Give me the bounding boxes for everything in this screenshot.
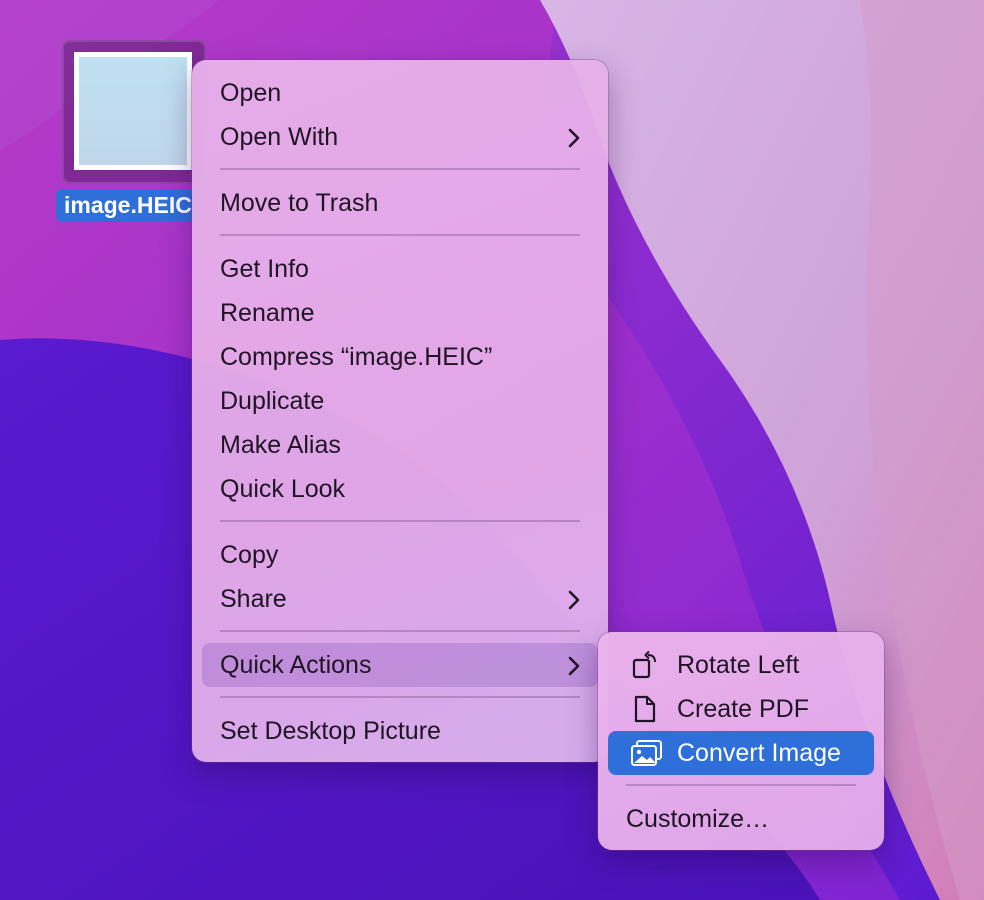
menu-item-label: Move to Trash: [220, 189, 379, 217]
submenu-item-customize[interactable]: Customize…: [608, 797, 874, 841]
menu-separator: [220, 696, 580, 698]
menu-item-label: Quick Look: [220, 475, 346, 503]
submenu-item-label: Convert Image: [677, 739, 841, 767]
menu-item-quick-look[interactable]: Quick Look: [202, 467, 598, 511]
menu-item-label: Get Info: [220, 255, 309, 283]
chevron-right-icon: [564, 577, 584, 621]
menu-item-open[interactable]: Open: [202, 71, 598, 115]
menu-item-open-with[interactable]: Open With: [202, 115, 598, 159]
menu-separator: [220, 234, 580, 236]
document-icon: [630, 694, 660, 724]
menu-item-share[interactable]: Share: [202, 577, 598, 621]
rotate-left-icon: [630, 650, 660, 680]
menu-item-duplicate[interactable]: Duplicate: [202, 379, 598, 423]
submenu-item-label: Create PDF: [677, 695, 809, 723]
menu-item-copy[interactable]: Copy: [202, 533, 598, 577]
desktop[interactable]: image.HEIC Open Open With Move to Trash …: [0, 0, 984, 900]
submenu-item-label: Rotate Left: [677, 651, 800, 679]
menu-separator: [626, 784, 856, 786]
photos-icon: [630, 738, 662, 768]
menu-separator: [220, 520, 580, 522]
menu-item-label: Make Alias: [220, 431, 341, 459]
submenu-item-rotate-left[interactable]: Rotate Left: [608, 643, 874, 687]
menu-item-rename[interactable]: Rename: [202, 291, 598, 335]
menu-item-label: Quick Actions: [220, 651, 372, 679]
submenu-item-create-pdf[interactable]: Create PDF: [608, 687, 874, 731]
menu-item-set-desktop-picture[interactable]: Set Desktop Picture: [202, 709, 598, 753]
menu-separator: [220, 630, 580, 632]
menu-item-label: Share: [220, 585, 287, 613]
image-thumbnail: [74, 52, 192, 170]
menu-separator: [220, 168, 580, 170]
menu-item-compress[interactable]: Compress “image.HEIC”: [202, 335, 598, 379]
file-name-label[interactable]: image.HEIC: [56, 189, 200, 222]
menu-item-quick-actions[interactable]: Quick Actions: [202, 643, 598, 687]
submenu-item-label: Customize…: [626, 805, 770, 833]
menu-item-label: Open: [220, 79, 282, 107]
quick-actions-submenu: Rotate Left Create PDF Convert Image Cus…: [598, 632, 884, 850]
context-menu: Open Open With Move to Trash Get Info Re…: [192, 60, 608, 762]
menu-item-move-to-trash[interactable]: Move to Trash: [202, 181, 598, 225]
menu-item-label: Compress “image.HEIC”: [220, 343, 493, 371]
menu-item-get-info[interactable]: Get Info: [202, 247, 598, 291]
chevron-right-icon: [564, 643, 584, 687]
menu-item-label: Open With: [220, 123, 339, 151]
file-icon[interactable]: [62, 40, 206, 184]
chevron-right-icon: [564, 115, 584, 159]
menu-item-label: Copy: [220, 541, 279, 569]
menu-item-make-alias[interactable]: Make Alias: [202, 423, 598, 467]
submenu-item-convert-image[interactable]: Convert Image: [608, 731, 874, 775]
menu-item-label: Rename: [220, 299, 315, 327]
menu-item-label: Set Desktop Picture: [220, 717, 441, 745]
menu-item-label: Duplicate: [220, 387, 325, 415]
